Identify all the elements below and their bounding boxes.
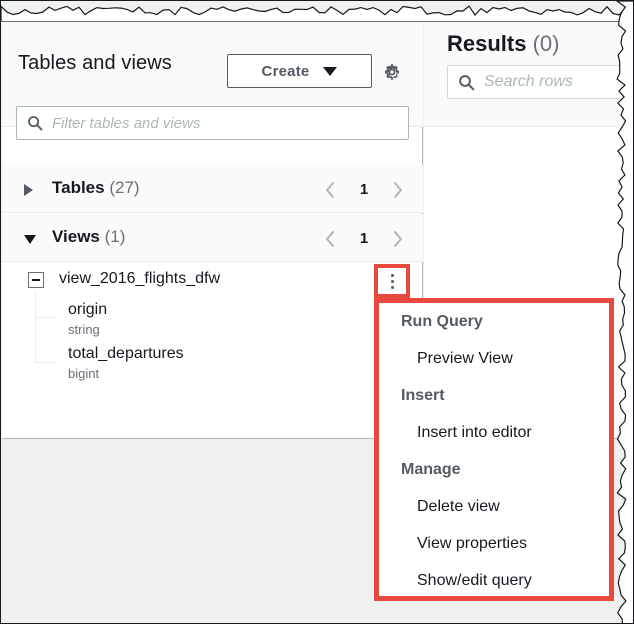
results-count: (0) bbox=[532, 31, 560, 56]
dot bbox=[390, 279, 394, 283]
group-count-views: (1) bbox=[104, 227, 126, 246]
pagination-views: 1 bbox=[320, 227, 410, 251]
page-number-tables: 1 bbox=[359, 181, 369, 198]
page-title: Tables and views bbox=[18, 52, 172, 74]
chevron-down-icon[interactable] bbox=[24, 235, 36, 244]
page-number-views: 1 bbox=[359, 230, 369, 247]
chevron-left-icon[interactable] bbox=[320, 228, 340, 250]
search-icon-svg bbox=[28, 116, 43, 131]
group-count-tables: (27) bbox=[109, 178, 140, 197]
screenshot-root: Tables and views Create Filter tables an… bbox=[0, 0, 634, 624]
view-context-menu: Run Query Preview View Insert Insert int… bbox=[374, 298, 614, 601]
tree-connector-line bbox=[35, 335, 36, 363]
menu-group-manage: Manage bbox=[401, 461, 461, 478]
search-icon bbox=[27, 115, 43, 131]
group-name-tables: Tables bbox=[52, 178, 105, 197]
group-label-views: Views (1) bbox=[52, 227, 125, 247]
column-name-label: origin bbox=[68, 301, 108, 318]
filter-tables-input[interactable] bbox=[52, 114, 400, 132]
group-row-tables[interactable]: Tables (27) 1 bbox=[2, 165, 423, 213]
panel-bottom-divider bbox=[2, 438, 423, 439]
tree-row-column[interactable]: origin string bbox=[2, 291, 423, 345]
chevron-left-icon-svg bbox=[326, 231, 334, 247]
menu-item-delete-view[interactable]: Delete view bbox=[379, 488, 609, 525]
chevron-right-icon[interactable] bbox=[24, 184, 33, 196]
menu-group-insert: Insert bbox=[401, 387, 445, 404]
results-title-text: Results bbox=[447, 31, 527, 56]
chevron-right-icon-svg bbox=[394, 182, 402, 198]
chevron-right-icon[interactable] bbox=[388, 179, 408, 201]
menu-item-insert-into-editor[interactable]: Insert into editor bbox=[379, 414, 609, 451]
results-header: Results (0) bbox=[424, 19, 633, 127]
search-icon bbox=[458, 74, 475, 91]
tables-and-views-panel: Tables and views Create Filter tables an… bbox=[2, 19, 423, 439]
results-title: Results (0) bbox=[447, 31, 560, 57]
tree-row-column[interactable]: total_departures bigint bbox=[2, 335, 423, 389]
search-rows-input[interactable] bbox=[484, 73, 633, 91]
menu-group-run-query: Run Query bbox=[401, 313, 483, 330]
menu-item-show-edit-query[interactable]: Show/edit query bbox=[379, 562, 609, 599]
gear-icon[interactable] bbox=[380, 60, 404, 84]
view-name-label: view_2016_flights_dfw bbox=[59, 270, 220, 287]
view-tree: view_2016_flights_dfw origin string tota… bbox=[2, 263, 423, 389]
menu-item-view-properties[interactable]: View properties bbox=[379, 525, 609, 562]
chevron-right-icon-svg bbox=[394, 231, 402, 247]
gear-icon-svg bbox=[384, 64, 400, 80]
tree-row-view[interactable]: view_2016_flights_dfw bbox=[2, 263, 423, 301]
create-button-label: Create bbox=[261, 62, 310, 80]
chevron-right-icon[interactable] bbox=[388, 228, 408, 250]
caret-down-icon bbox=[323, 66, 338, 76]
dot bbox=[390, 273, 394, 277]
search-icon-svg bbox=[459, 74, 475, 90]
tree-connector-line bbox=[35, 362, 56, 363]
menu-item-preview-view[interactable]: Preview View bbox=[379, 340, 609, 377]
chevron-left-icon-svg bbox=[326, 182, 334, 198]
group-name-views: Views bbox=[52, 227, 100, 246]
column-name-label: total_departures bbox=[68, 345, 184, 362]
pagination-tables: 1 bbox=[320, 178, 410, 202]
minus-box-icon[interactable] bbox=[28, 272, 44, 288]
search-rows-input-wrapper[interactable] bbox=[447, 65, 633, 99]
panel-header: Tables and views Create bbox=[2, 19, 423, 140]
filter-tables-input-wrapper[interactable] bbox=[16, 106, 409, 140]
dot bbox=[390, 285, 394, 289]
more-vertical-icon[interactable] bbox=[382, 269, 402, 293]
column-type-label: string bbox=[68, 322, 100, 337]
create-button[interactable]: Create bbox=[227, 54, 372, 88]
group-row-views[interactable]: Views (1) 1 bbox=[2, 214, 423, 262]
column-type-label: bigint bbox=[68, 366, 100, 381]
group-label-tables: Tables (27) bbox=[52, 178, 140, 198]
chevron-left-icon[interactable] bbox=[320, 179, 340, 201]
tree-connector-line bbox=[35, 317, 56, 318]
